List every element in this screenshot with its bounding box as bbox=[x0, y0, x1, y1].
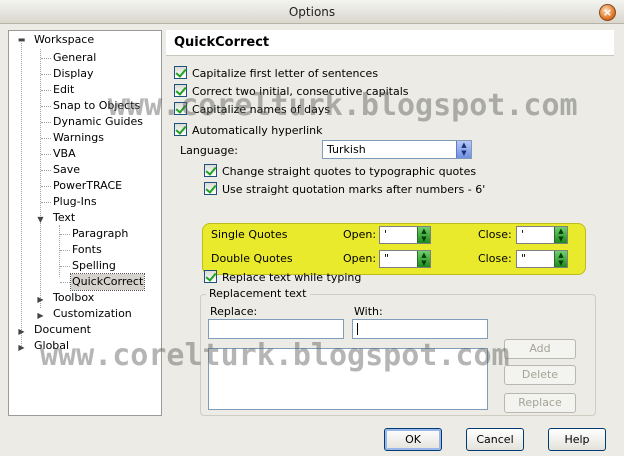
single-close-select[interactable]: ' ▲ ▼ bbox=[516, 226, 568, 244]
check-icon[interactable] bbox=[174, 66, 187, 79]
replace-button[interactable]: Replace bbox=[504, 393, 576, 413]
tree-item-dynamic-guides[interactable]: Dynamic Guides bbox=[52, 114, 144, 130]
options-dialog: ▬ Workspace General Display Edit Snap to… bbox=[0, 24, 624, 456]
spinner-arrow-icon[interactable]: ▲ ▼ bbox=[417, 227, 430, 243]
add-button[interactable]: Add bbox=[504, 339, 576, 359]
auto-hyperlink-checkbox[interactable]: Automatically hyperlink bbox=[174, 123, 322, 139]
tree-item-spelling[interactable]: Spelling bbox=[71, 258, 117, 274]
cancel-button[interactable]: Cancel bbox=[466, 428, 524, 451]
ok-button[interactable]: OK bbox=[384, 428, 442, 451]
tree-item-display[interactable]: Display bbox=[52, 66, 95, 82]
check-icon[interactable] bbox=[204, 164, 217, 177]
check-icon[interactable] bbox=[174, 84, 187, 97]
help-button[interactable]: Help bbox=[548, 428, 606, 451]
tree-item-snap-to-objects[interactable]: Snap to Objects bbox=[52, 98, 141, 114]
replace-label: Replace: bbox=[210, 305, 258, 318]
single-open-select[interactable]: ' ▲ ▼ bbox=[379, 226, 431, 244]
check-icon[interactable] bbox=[204, 270, 217, 283]
single-quotes-label: Single Quotes bbox=[211, 228, 288, 241]
typographic-quotes-checkbox[interactable]: Change straight quotes to typographic qu… bbox=[204, 164, 476, 180]
tree-item-quickcorrect[interactable]: QuickCorrect bbox=[69, 273, 146, 291]
spinner-arrow-icon[interactable]: ▲ ▼ bbox=[554, 227, 567, 243]
expand-document-icon[interactable]: ▶ bbox=[17, 327, 26, 336]
capitalize-days-checkbox[interactable]: Capitalize names of days bbox=[174, 102, 330, 118]
double-open-label: Open: bbox=[343, 252, 377, 265]
delete-button[interactable]: Delete bbox=[504, 365, 576, 385]
single-close-label: Close: bbox=[478, 228, 512, 241]
quickcorrect-panel: QuickCorrect Capitalize first letter of … bbox=[166, 30, 614, 416]
tree-item-paragraph[interactable]: Paragraph bbox=[71, 226, 129, 242]
tree-item-workspace[interactable]: Workspace bbox=[33, 32, 95, 48]
tree-item-global[interactable]: Global bbox=[33, 338, 70, 354]
expand-customization-icon[interactable]: ▶ bbox=[36, 311, 45, 320]
capitalize-first-checkbox[interactable]: Capitalize first letter of sentences bbox=[174, 66, 378, 82]
check-icon[interactable] bbox=[204, 182, 217, 195]
tree-item-document[interactable]: Document bbox=[33, 322, 92, 338]
expand-toolbox-icon[interactable]: ▶ bbox=[36, 295, 45, 304]
double-close-select[interactable]: " ▲ ▼ bbox=[516, 250, 568, 268]
single-open-label: Open: bbox=[343, 228, 377, 241]
collapse-text-icon[interactable]: ▼ bbox=[36, 215, 45, 224]
expand-global-icon[interactable]: ▶ bbox=[17, 343, 26, 352]
spinner-arrow-icon[interactable]: ▲ ▼ bbox=[554, 251, 567, 267]
check-icon[interactable] bbox=[174, 123, 187, 136]
tree-item-edit[interactable]: Edit bbox=[52, 82, 75, 98]
replace-input[interactable] bbox=[208, 319, 344, 339]
language-label: Language: bbox=[180, 144, 238, 157]
check-icon[interactable] bbox=[174, 102, 187, 115]
double-quotes-label: Double Quotes bbox=[211, 252, 293, 265]
tree-item-plug-ins[interactable]: Plug-Ins bbox=[52, 194, 98, 210]
language-select[interactable]: Turkish ▲ ▼ bbox=[322, 140, 472, 159]
close-window-button[interactable]: × bbox=[599, 4, 616, 21]
options-tree[interactable]: ▬ Workspace General Display Edit Snap to… bbox=[8, 30, 162, 416]
straight-after-numbers-checkbox[interactable]: Use straight quotation marks after numbe… bbox=[204, 182, 485, 198]
with-input[interactable] bbox=[352, 319, 488, 339]
replacement-group-title: Replacement text bbox=[206, 287, 310, 301]
tree-item-general[interactable]: General bbox=[52, 50, 97, 66]
replace-while-typing-checkbox[interactable]: Replace text while typing bbox=[204, 270, 361, 286]
replacement-list[interactable] bbox=[208, 348, 488, 410]
tree-item-customization[interactable]: Customization bbox=[52, 306, 133, 322]
correct-two-initial-checkbox[interactable]: Correct two initial, consecutive capital… bbox=[174, 84, 409, 100]
double-close-label: Close: bbox=[478, 252, 512, 265]
spinner-arrow-icon[interactable]: ▲ ▼ bbox=[417, 251, 430, 267]
tree-item-warnings[interactable]: Warnings bbox=[52, 130, 105, 146]
double-open-select[interactable]: " ▲ ▼ bbox=[379, 250, 431, 268]
panel-title: QuickCorrect bbox=[166, 30, 614, 56]
title-bar: Options × bbox=[0, 0, 624, 24]
collapse-workspace-icon[interactable]: ▬ bbox=[17, 35, 26, 44]
dropdown-arrow-icon[interactable]: ▲ ▼ bbox=[456, 141, 471, 158]
tree-item-powertrace[interactable]: PowerTRACE bbox=[52, 178, 123, 194]
window-title: Options bbox=[288, 5, 336, 19]
with-label: With: bbox=[354, 305, 383, 318]
tree-item-save[interactable]: Save bbox=[52, 162, 81, 178]
text-cursor bbox=[357, 323, 358, 335]
tree-item-text[interactable]: Text bbox=[52, 210, 76, 226]
tree-item-toolbox[interactable]: Toolbox bbox=[52, 290, 95, 306]
tree-item-fonts[interactable]: Fonts bbox=[71, 242, 103, 258]
tree-item-vba[interactable]: VBA bbox=[52, 146, 77, 162]
